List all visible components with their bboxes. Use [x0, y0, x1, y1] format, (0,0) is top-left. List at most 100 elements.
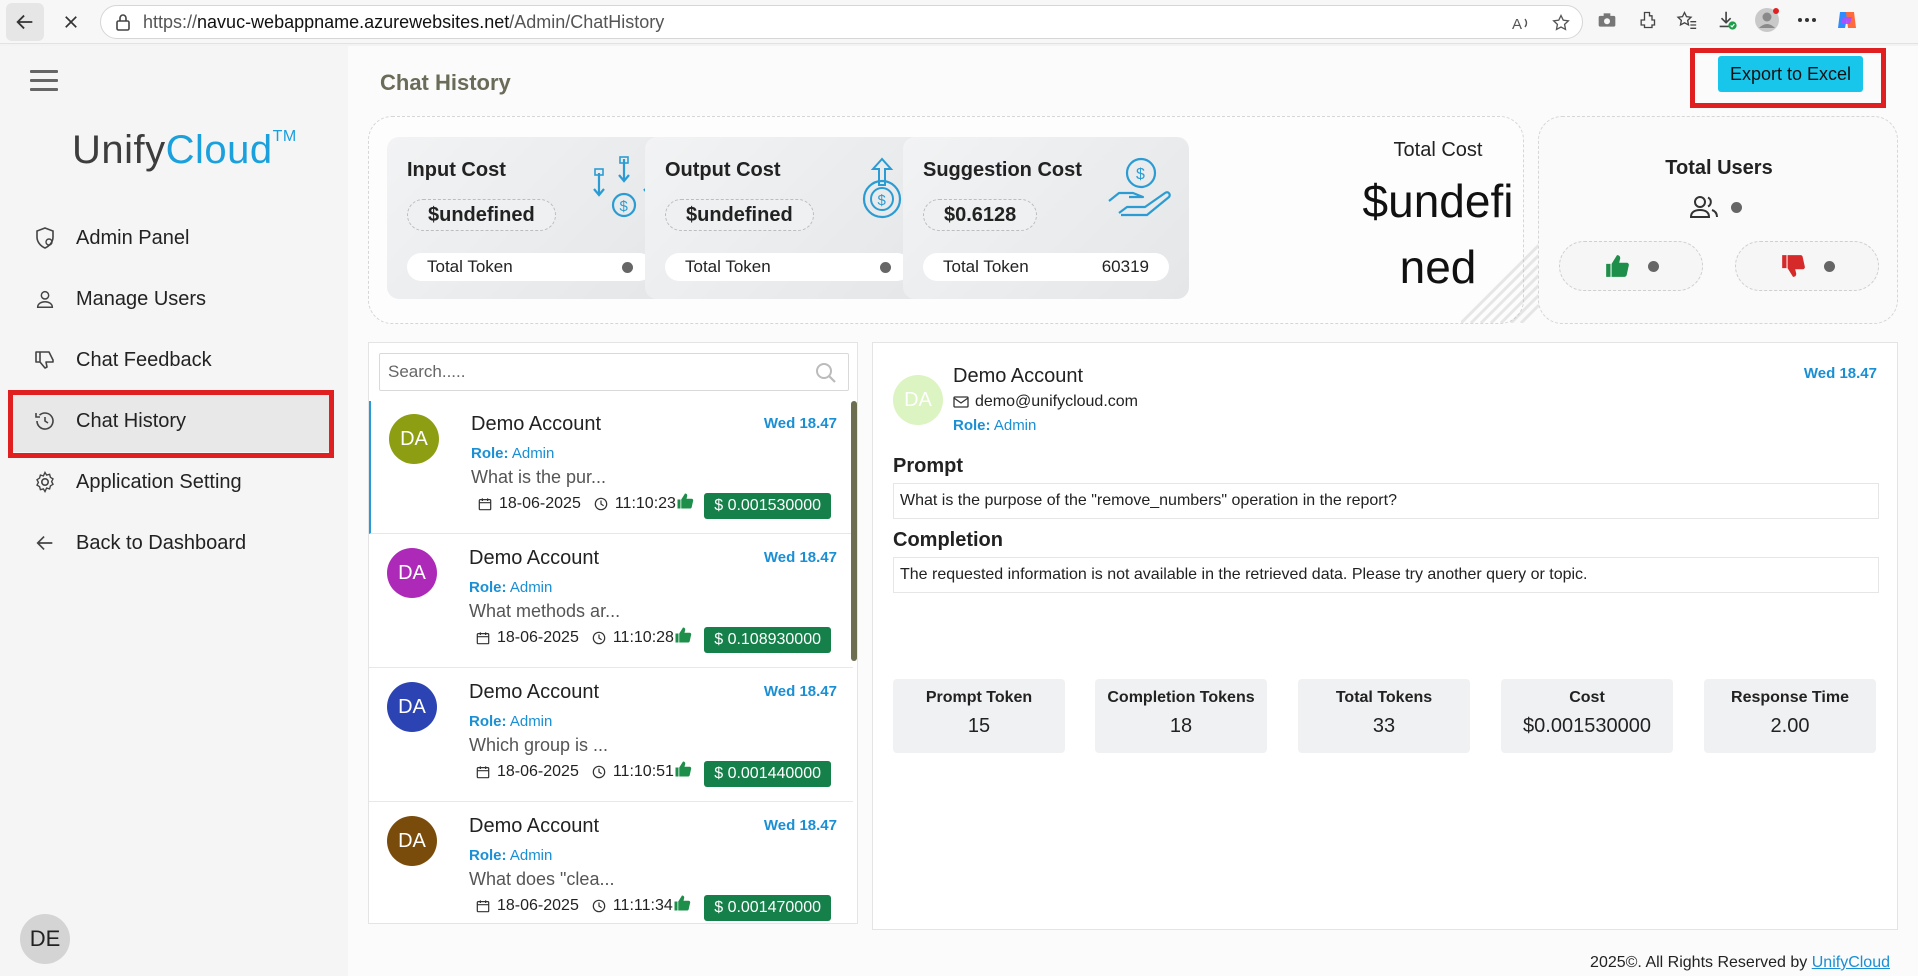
address-bar[interactable]: https://navuc-webappname.azurewebsites.n… [100, 5, 1583, 39]
footer-link[interactable]: UnifyCloud [1812, 954, 1890, 971]
sidebar-item-admin-panel[interactable]: Admin Panel [10, 207, 330, 269]
chat-time: 11:10:28 [612, 629, 674, 646]
list-item[interactable]: DA Demo Account Wed 18.47 Role: Admin Wh… [369, 669, 853, 802]
thumbs-down-icon [1781, 255, 1805, 277]
sidebar-item-label: Admin Panel [76, 226, 190, 249]
calendar-icon [475, 898, 491, 914]
copilot-icon[interactable] [1834, 7, 1860, 33]
clock-icon [591, 630, 607, 646]
svg-text:$: $ [1136, 166, 1145, 183]
token-label: Total Token [685, 257, 771, 276]
footer: 2025©. All Rights Reserved by UnifyCloud [1590, 954, 1890, 972]
arrow-left-icon [16, 14, 33, 29]
chat-day: 18-06-2025 [499, 495, 581, 512]
sidebar-item-back-to-dashboard[interactable]: Back to Dashboard [10, 512, 330, 574]
metric-total-tokens: Total Tokens 33 [1298, 679, 1470, 753]
total-token-row: Total Token 60319 [923, 253, 1169, 281]
avatar: DA [387, 548, 437, 598]
thumbs-down-icon [32, 347, 58, 373]
sidebar-item-label: Back to Dashboard [76, 531, 247, 554]
stop-loading-button[interactable] [52, 3, 90, 41]
chat-preview: What does "clea... [469, 869, 615, 889]
chat-list[interactable]: DA Demo Account Wed 18.47 Role: Admin Wh… [369, 401, 857, 923]
stat-value: $undefined [665, 199, 814, 231]
role-label: Role: [469, 847, 507, 864]
chat-date: Wed 18.47 [763, 683, 837, 700]
role-value: Admin [509, 847, 553, 864]
detail-role: Role: Admin [953, 417, 1036, 434]
chat-role: Role: Admin [469, 579, 552, 596]
role-label: Role: [953, 417, 991, 434]
chat-list-scrollbar[interactable] [851, 401, 857, 661]
role-value: Admin [511, 445, 555, 462]
url-path: /Admin/ChatHistory [509, 11, 665, 32]
role-value: Admin [509, 713, 553, 730]
chat-meta: 18-06-2025 11:10:51 [475, 761, 692, 781]
avatar: DA [387, 816, 437, 866]
likes-count [1559, 241, 1703, 291]
chat-user-name: Demo Account [471, 413, 602, 435]
detail-email-text: demo@unifycloud.com [975, 393, 1138, 410]
svg-text:A: A [1512, 16, 1522, 33]
prompt-text: What is the purpose of the "remove_numbe… [893, 483, 1879, 519]
avatar: DA [893, 375, 943, 425]
chat-date: Wed 18.47 [763, 415, 837, 432]
sidebar-item-chat-history[interactable]: Chat History [10, 390, 330, 452]
downloads-icon[interactable] [1714, 7, 1740, 33]
cost-badge: $ 0.108930000 [704, 627, 831, 653]
read-aloud-icon[interactable]: A [1508, 10, 1534, 36]
metric-value: 2.00 [1770, 715, 1810, 737]
users-group-icon [1689, 196, 1718, 218]
sidebar-item-chat-feedback[interactable]: Chat Feedback [10, 329, 330, 391]
role-label: Role: [469, 579, 507, 596]
hamburger-menu-icon[interactable] [30, 70, 58, 92]
search-input[interactable]: Search..... [379, 353, 849, 391]
sidebar-item-application-setting[interactable]: Application Setting [10, 451, 330, 513]
metric-completion-tokens: Completion Tokens 18 [1095, 679, 1267, 753]
total-users-title: Total Users [1665, 157, 1773, 179]
sidebar-item-label: Application Setting [76, 470, 242, 493]
extensions-icon[interactable] [1634, 7, 1660, 33]
chat-user-name: Demo Account [469, 681, 600, 703]
chat-list-panel: Search..... DA Demo Account Wed 18.47 Ro… [368, 342, 858, 924]
loading-dot [1823, 260, 1835, 272]
metric-label: Prompt Token [925, 689, 1033, 706]
list-item[interactable]: DA Demo Account Wed 18.47 Role: Admin Wh… [369, 535, 853, 668]
loading-dot [880, 261, 891, 273]
chat-role: Role: Admin [469, 713, 552, 730]
back-button[interactable] [6, 2, 44, 41]
chat-time: 11:10:23 [614, 495, 676, 512]
dislikes-count [1735, 241, 1879, 291]
app-container: UnifyCloudTM Admin Panel Manage Users Ch… [0, 46, 1918, 976]
total-cost-label: Total Cost [1393, 139, 1483, 161]
metric-label: Cost [1569, 689, 1605, 706]
calendar-icon [475, 764, 491, 780]
stat-title: Suggestion Cost [923, 159, 1082, 181]
export-to-excel-button[interactable]: Export to Excel [1718, 56, 1864, 92]
search-icon[interactable] [814, 361, 838, 385]
avatar[interactable]: DE [20, 914, 70, 964]
thumbs-up-icon [675, 627, 692, 643]
chat-detail-panel: DA Demo Account demo@unifycloud.com Role… [872, 342, 1898, 930]
cost-badge: $ 0.001470000 [704, 895, 831, 921]
clock-icon [593, 496, 609, 512]
favorites-icon[interactable] [1674, 7, 1700, 33]
screenshot-icon[interactable] [1594, 7, 1620, 33]
chat-preview: Which group is ... [469, 735, 609, 755]
favorite-star-icon[interactable] [1548, 10, 1574, 36]
sidebar-item-manage-users[interactable]: Manage Users [10, 268, 330, 330]
brand-name-part1: Unify [72, 128, 166, 172]
profile-avatar-icon[interactable] [1754, 7, 1780, 33]
hand-holding-money-icon: $ [1108, 157, 1171, 217]
chat-preview: What methods ar... [469, 601, 621, 621]
shield-gear-icon [32, 225, 58, 251]
detail-email: demo@unifycloud.com [953, 393, 1138, 411]
svg-text:$: $ [878, 192, 887, 209]
gear-icon [32, 469, 58, 495]
list-item[interactable]: DA Demo Account Wed 18.47 Role: Admin Wh… [369, 803, 853, 923]
more-options-icon[interactable] [1794, 7, 1820, 33]
list-item[interactable]: DA Demo Account Wed 18.47 Role: Admin Wh… [369, 401, 853, 534]
chat-preview: What is the pur... [471, 467, 607, 487]
role-label: Role: [469, 713, 507, 730]
close-icon [65, 15, 77, 28]
